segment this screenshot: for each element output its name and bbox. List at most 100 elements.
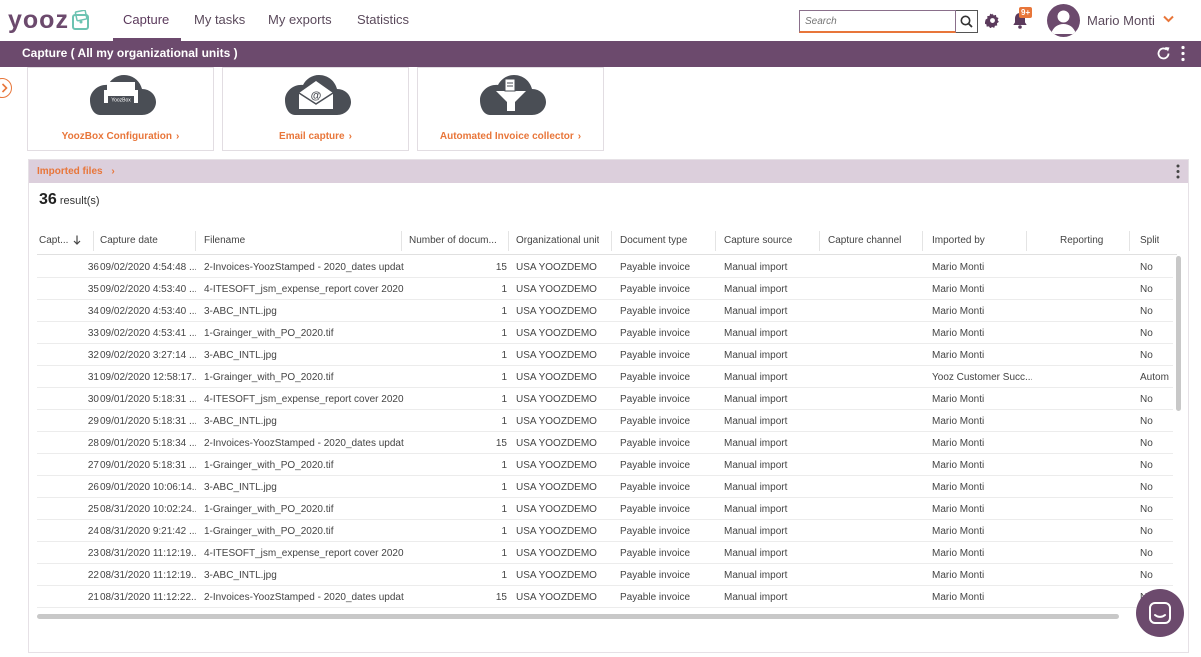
table-row[interactable]: 24 08/31/2020 9:21:42 ... 1-Grainger_with_… — [37, 520, 1173, 542]
table-row[interactable]: 26 09/01/2020 10:06:14... 3-ABC_INTL.jpg 1 U… — [37, 476, 1173, 498]
table-row[interactable]: 35 09/02/2020 4:53:40 ... 4-ITESOFT_jsm_ex… — [37, 278, 1173, 300]
search-input[interactable] — [799, 10, 956, 33]
cell-split: No — [1140, 416, 1153, 427]
table-row[interactable]: 22 08/31/2020 11:12:19... 3-ABC_INTL.jpg 1 U… — [37, 564, 1173, 586]
cell-organizational-unit: USA YOOZDEMO — [516, 438, 597, 449]
cell-organizational-unit: USA YOOZDEMO — [516, 460, 597, 471]
cell-number-of-documents: 15 — [495, 438, 507, 449]
imported-files-panel: Imported files › 36 result(s) Capt... Ca… — [28, 159, 1189, 653]
cell-filename: 3-ABC_INTL.jpg — [204, 350, 277, 361]
chevron-down-icon[interactable] — [1163, 15, 1174, 23]
cell-capture-date: 09/02/2020 4:53:40 ... — [100, 284, 196, 295]
cell-capture-id: 31 — [87, 372, 99, 383]
yoozbox-icon-text: YoozBox — [111, 98, 131, 104]
column-separator[interactable] — [93, 231, 94, 251]
cell-filename: 3-ABC_INTL.jpg — [204, 570, 277, 581]
chat-icon — [1149, 602, 1171, 624]
column-header-capture-channel[interactable]: Capture channel — [828, 235, 901, 246]
cell-filename: 1-Grainger_with_PO_2020.tif — [204, 526, 334, 537]
horizontal-scrollbar[interactable] — [37, 614, 1119, 619]
cell-document-type: Payable invoice — [620, 482, 691, 493]
panel-title[interactable]: Imported files › — [37, 166, 115, 177]
column-header-split[interactable]: Split — [1140, 235, 1159, 246]
tab-my-exports[interactable]: My exports — [268, 12, 332, 27]
cell-capture-date: 08/31/2020 9:21:42 ... — [100, 526, 196, 537]
table-row[interactable]: 21 08/31/2020 11:12:22... 2-Invoices-YoozS… — [37, 586, 1173, 608]
cell-capture-date: 09/02/2020 4:53:40 ... — [100, 306, 196, 317]
column-header-organizational-unit[interactable]: Organizational unit — [516, 235, 599, 246]
table-row[interactable]: 33 09/02/2020 4:53:41 ... 1-Grainger_with_… — [37, 322, 1173, 344]
table-row[interactable]: 23 08/31/2020 11:12:19... 4-ITESOFT_jsm_ex… — [37, 542, 1173, 564]
search-button[interactable] — [956, 10, 978, 33]
cell-capture-date: 09/01/2020 5:18:31 ... — [100, 394, 196, 405]
column-header-imported-by[interactable]: Imported by — [932, 235, 985, 246]
column-header-number-of-documents[interactable]: Number of docum... — [409, 235, 506, 246]
cell-document-type: Payable invoice — [620, 504, 691, 515]
table-row[interactable]: 32 09/02/2020 3:27:14 ... 3-ABC_INTL.jpg 1 U… — [37, 344, 1173, 366]
avatar[interactable] — [1047, 4, 1080, 37]
tab-capture[interactable]: Capture — [123, 12, 169, 27]
vertical-scrollbar[interactable] — [1176, 256, 1181, 411]
table-row[interactable]: 27 09/01/2020 5:18:31 ... 1-Grainger_with_… — [37, 454, 1173, 476]
cell-split: No — [1140, 306, 1153, 317]
gear-icon[interactable] — [985, 13, 1000, 28]
column-separator[interactable] — [508, 231, 509, 251]
cell-capture-source: Manual import — [724, 284, 788, 295]
chat-support-button[interactable] — [1136, 589, 1184, 637]
table-row[interactable]: 28 09/01/2020 5:18:34 ... 2-Invoices-YoozS… — [37, 432, 1173, 454]
table-row[interactable]: 29 09/01/2020 5:18:31 ... 3-ABC_INTL.jpg 1 U… — [37, 410, 1173, 432]
cell-number-of-documents: 15 — [495, 592, 507, 603]
chevron-right-icon — [1, 83, 8, 93]
cell-imported-by: Mario Monti — [932, 460, 985, 471]
cell-capture-date: 09/02/2020 12:58:17... — [100, 372, 196, 383]
cell-capture-id: 29 — [87, 416, 99, 427]
column-separator[interactable] — [922, 231, 923, 251]
cell-capture-date: 08/31/2020 11:12:22... — [100, 592, 196, 603]
cell-filename: 1-Grainger_with_PO_2020.tif — [204, 328, 334, 339]
table-row[interactable]: 25 08/31/2020 10:02:24... 1-Grainger_with_… — [37, 498, 1173, 520]
cell-capture-source: Manual import — [724, 570, 788, 581]
table-row[interactable]: 36 09/02/2020 4:54:48 ... 2-Invoices-YoozS… — [37, 256, 1173, 278]
cell-capture-date: 09/02/2020 3:27:14 ... — [100, 350, 196, 361]
column-separator[interactable] — [819, 231, 820, 251]
tab-statistics[interactable]: Statistics — [357, 12, 409, 27]
card-email-capture[interactable]: @ Email capture › — [222, 67, 409, 151]
cell-split: No — [1140, 394, 1153, 405]
column-separator[interactable] — [611, 231, 612, 251]
column-separator[interactable] — [715, 231, 716, 251]
column-header-capture-date[interactable]: Capture date — [100, 235, 158, 246]
column-separator[interactable] — [1026, 231, 1027, 251]
card-yoozbox-configuration[interactable]: YoozBox YoozBox Configuration › — [27, 67, 214, 151]
column-header-document-type[interactable]: Document type — [620, 235, 687, 246]
column-header-capture-id[interactable]: Capt... — [39, 235, 77, 246]
cell-imported-by: Mario Monti — [932, 394, 985, 405]
sort-arrow-down-icon[interactable] — [73, 235, 81, 245]
user-name[interactable]: Mario Monti — [1087, 13, 1155, 28]
cell-number-of-documents: 1 — [501, 394, 507, 405]
table-row[interactable]: 34 09/02/2020 4:53:40 ... 3-ABC_INTL.jpg 1 U… — [37, 300, 1173, 322]
tab-my-tasks[interactable]: My tasks — [194, 12, 245, 27]
cell-capture-date: 08/31/2020 11:12:19... — [100, 570, 196, 581]
column-separator[interactable] — [401, 231, 402, 251]
column-header-capture-source[interactable]: Capture source — [724, 235, 792, 246]
table-row[interactable]: 30 09/01/2020 5:18:31 ... 4-ITESOFT_jsm_ex… — [37, 388, 1173, 410]
cell-capture-source: Manual import — [724, 306, 788, 317]
logo-text: yooz — [8, 6, 69, 34]
column-header-filename[interactable]: Filename — [204, 235, 245, 246]
refresh-icon[interactable] — [1156, 46, 1171, 61]
cell-document-type: Payable invoice — [620, 394, 691, 405]
card-automated-invoice-collector[interactable]: Automated Invoice collector › — [417, 67, 604, 151]
column-separator[interactable] — [195, 231, 196, 251]
sidebar-toggle-button[interactable] — [0, 78, 12, 98]
more-options-icon[interactable] — [1181, 45, 1185, 62]
column-separator[interactable] — [1129, 231, 1130, 251]
user-icon — [1051, 10, 1076, 34]
column-header-reporting[interactable]: Reporting — [1060, 235, 1103, 246]
cell-capture-date: 08/31/2020 10:02:24... — [100, 504, 196, 515]
panel-more-options-icon[interactable] — [1176, 164, 1180, 179]
cell-capture-id: 30 — [87, 394, 99, 405]
yooz-logo[interactable]: yooz — [8, 6, 90, 34]
table-row[interactable]: 31 09/02/2020 12:58:17... 1-Grainger_with_… — [37, 366, 1173, 388]
results-label: result(s) — [59, 195, 100, 207]
cell-split: No — [1140, 526, 1153, 537]
